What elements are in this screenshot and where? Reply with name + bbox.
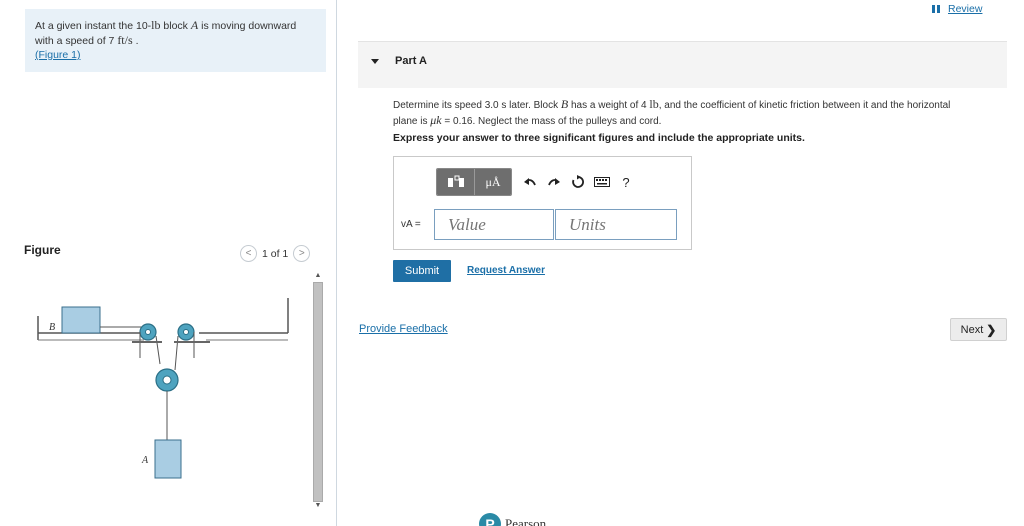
reset-icon[interactable] [566, 169, 590, 195]
part-label: Part A [395, 55, 427, 67]
problem-text: block [160, 20, 191, 32]
redo-icon[interactable] [542, 169, 566, 195]
question-text-part: plane is [393, 116, 431, 127]
figure-link[interactable]: (Figure 1) [35, 49, 81, 61]
request-answer-link[interactable]: Request Answer [467, 265, 545, 276]
next-label: Next [960, 323, 984, 336]
problem-unit-speed: ft/s [117, 33, 133, 47]
problem-text: . [132, 35, 139, 47]
question-text-part: = 0.16. Neglect the mass of the pulleys … [441, 116, 662, 127]
review-icon [932, 5, 943, 13]
label-b: B [49, 322, 55, 333]
units-button[interactable]: μÅ [474, 169, 511, 195]
review-link-container[interactable]: Review [932, 3, 982, 15]
figure-title: Figure [24, 243, 61, 257]
value-input[interactable] [434, 209, 554, 240]
pearson-logo-icon: P [479, 513, 501, 526]
pearson-brand: P Pearson [479, 513, 546, 526]
left-panel: At a given instant the 10-lb block A is … [0, 0, 337, 526]
problem-statement: At a given instant the 10-lb block A is … [25, 9, 326, 72]
scroll-thumb[interactable] [313, 282, 323, 502]
question-text-part: has a weight of 4 [568, 100, 650, 111]
part-a-header[interactable]: Part A [358, 42, 1007, 88]
problem-unit-lb: lb [151, 18, 161, 32]
help-button[interactable]: ? [614, 169, 638, 195]
figure-image: B A [24, 270, 312, 514]
pulley-diagram: B A [37, 298, 289, 479]
chevron-right-icon[interactable]: > [293, 245, 311, 262]
chevron-left-icon[interactable]: < [240, 245, 257, 262]
review-link[interactable]: Review [948, 3, 982, 15]
provide-feedback-link[interactable]: Provide Feedback [359, 323, 448, 335]
question-text-part: , and the coefficient of kinetic frictio… [658, 100, 951, 111]
pearson-text: Pearson [505, 516, 547, 526]
problem-text: At a given instant the 10- [35, 20, 152, 32]
next-button[interactable]: Next ❯ [950, 318, 1007, 341]
variable-label: vA = [401, 219, 421, 230]
question-mu: μk [430, 113, 442, 127]
figure-scrollbar[interactable]: ▲ ▼ [312, 270, 324, 512]
units-input[interactable] [555, 209, 677, 240]
question-text: Determine its speed 3.0 s later. Block B… [393, 97, 1007, 129]
keyboard-icon[interactable] [590, 169, 614, 195]
pager-text: 1 of 1 [262, 247, 289, 260]
templates-icon[interactable] [437, 169, 474, 195]
answer-toolbar: μÅ ? [436, 168, 638, 196]
question-text-part: Determine its speed 3.0 s later. Block [393, 100, 561, 111]
template-group: μÅ [436, 168, 512, 196]
question-unit-lb: lb [649, 97, 659, 111]
instruction-text: Express your answer to three significant… [393, 132, 805, 144]
scroll-down-icon[interactable]: ▼ [314, 502, 322, 510]
collapse-triangle-icon[interactable] [371, 59, 379, 64]
scroll-up-icon[interactable]: ▲ [314, 272, 322, 280]
undo-icon[interactable] [518, 169, 542, 195]
chevron-right-icon: ❯ [986, 322, 997, 337]
submit-button[interactable]: Submit [393, 260, 451, 282]
figure-pager: < 1 of 1 > [240, 245, 311, 262]
label-a: A [141, 455, 149, 466]
